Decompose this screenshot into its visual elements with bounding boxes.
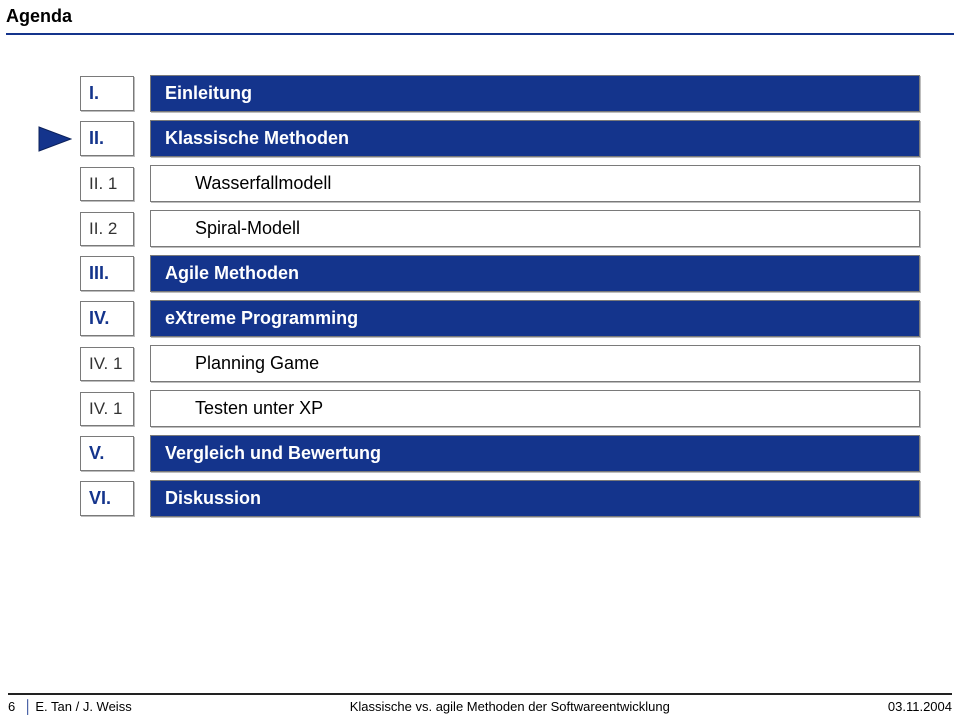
agenda-label-cell: Planning Game — [150, 345, 920, 382]
agenda-number: III. — [80, 256, 134, 291]
agenda-label: Einleitung — [150, 75, 920, 112]
agenda-label: Klassische Methoden — [150, 120, 920, 157]
footer-center: Klassische vs. agile Methoden der Softwa… — [350, 699, 670, 714]
agenda-label-cell: Testen unter XP — [150, 390, 920, 427]
agenda-num-cell: IV. — [80, 300, 150, 337]
title-bar: Agenda — [0, 0, 960, 35]
agenda-row: II. 1 Wasserfallmodell — [80, 165, 920, 202]
page-title: Agenda — [6, 6, 954, 27]
current-arrow-icon — [38, 126, 72, 152]
agenda-label: Diskussion — [150, 480, 920, 517]
agenda-label-cell: Einleitung — [150, 75, 920, 112]
page-number: 6 — [8, 699, 15, 714]
agenda-row: II. Klassische Methoden — [80, 120, 920, 157]
agenda-num-cell: III. — [80, 255, 150, 292]
footer-left: 6 │ E. Tan / J. Weiss — [8, 699, 132, 714]
agenda-number: VI. — [80, 481, 134, 516]
agenda-row: II. 2 Spiral-Modell — [80, 210, 920, 247]
agenda-num-cell: II. — [80, 120, 150, 157]
agenda-row: V. Vergleich und Bewertung — [80, 435, 920, 472]
agenda-label-cell: Wasserfallmodell — [150, 165, 920, 202]
agenda-label: Testen unter XP — [150, 390, 920, 427]
agenda-number: II. — [80, 121, 134, 156]
agenda-row: IV. 1 Testen unter XP — [80, 390, 920, 427]
footer-separator: │ — [24, 699, 32, 714]
agenda-label: eXtreme Programming — [150, 300, 920, 337]
agenda-num-cell: II. 1 — [80, 165, 150, 202]
footer-authors: E. Tan / J. Weiss — [35, 699, 131, 714]
agenda-row: IV. eXtreme Programming — [80, 300, 920, 337]
agenda-num-cell: V. — [80, 435, 150, 472]
agenda-label-cell: Vergleich und Bewertung — [150, 435, 920, 472]
agenda-row: III. Agile Methoden — [80, 255, 920, 292]
agenda-num-cell: II. 2 — [80, 210, 150, 247]
agenda-label-cell: Agile Methoden — [150, 255, 920, 292]
agenda-label-cell: Diskussion — [150, 480, 920, 517]
agenda-number: IV. 1 — [80, 347, 134, 381]
footer-date: 03.11.2004 — [888, 699, 952, 714]
agenda-label: Wasserfallmodell — [150, 165, 920, 202]
agenda-number: V. — [80, 436, 134, 471]
agenda-number: IV. 1 — [80, 392, 134, 426]
agenda-row: I. Einleitung — [80, 75, 920, 112]
agenda-label: Vergleich und Bewertung — [150, 435, 920, 472]
agenda-number: IV. — [80, 301, 134, 336]
footer: 6 │ E. Tan / J. Weiss Klassische vs. agi… — [0, 693, 960, 714]
agenda-number: II. 1 — [80, 167, 134, 201]
agenda-row: VI. Diskussion — [80, 480, 920, 517]
agenda-number: I. — [80, 76, 134, 111]
agenda-label-cell: eXtreme Programming — [150, 300, 920, 337]
footer-rule — [8, 693, 952, 695]
agenda-num-cell: VI. — [80, 480, 150, 517]
agenda-num-cell: I. — [80, 75, 150, 112]
agenda-label-cell: Klassische Methoden — [150, 120, 920, 157]
agenda-label-cell: Spiral-Modell — [150, 210, 920, 247]
agenda-num-cell: IV. 1 — [80, 390, 150, 427]
agenda-row: IV. 1 Planning Game — [80, 345, 920, 382]
agenda-num-cell: IV. 1 — [80, 345, 150, 382]
agenda-label: Agile Methoden — [150, 255, 920, 292]
agenda-list: I. Einleitung II. Klassische Methoden II. 1 W… — [0, 35, 960, 517]
agenda-label: Spiral-Modell — [150, 210, 920, 247]
agenda-label: Planning Game — [150, 345, 920, 382]
agenda-number: II. 2 — [80, 212, 134, 246]
